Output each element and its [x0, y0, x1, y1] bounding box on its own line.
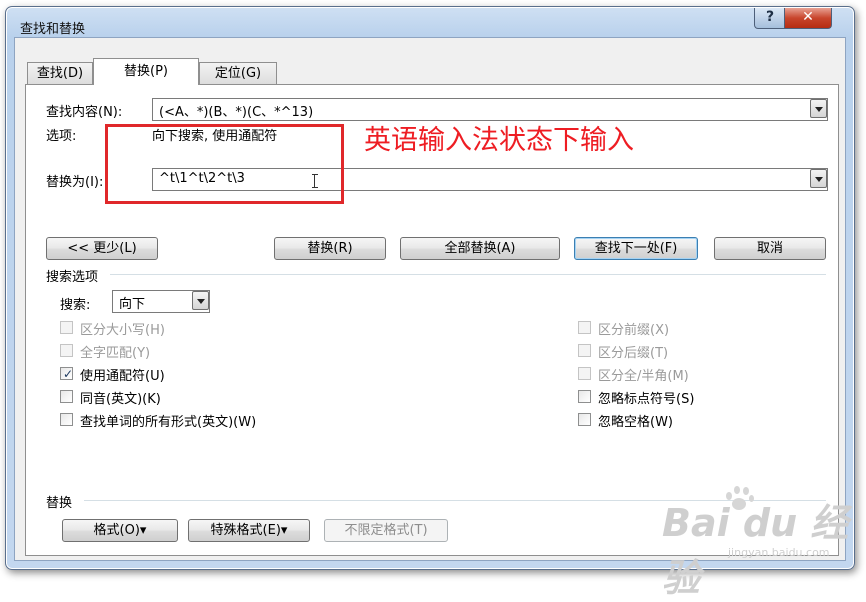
replace-button[interactable]: 替换(R): [274, 237, 386, 260]
use-wildcards-label: 使用通配符(U): [80, 369, 165, 384]
less-button[interactable]: << 更少(L): [46, 237, 158, 260]
options-label: 选项:: [46, 129, 77, 144]
help-button[interactable]: ?: [754, 8, 786, 29]
sounds-like-label: 同音(英文)(K): [80, 392, 161, 407]
search-direction-label: 搜索:: [60, 298, 91, 313]
replace-with-label: 替换为(I):: [46, 175, 104, 190]
watermark-url: jingyan.baidu.com: [728, 546, 830, 559]
checkbox-box[interactable]: [60, 390, 73, 403]
checkbox-box[interactable]: [60, 413, 73, 426]
match-prefix-label: 区分前缀(X): [598, 323, 670, 338]
tab-goto[interactable]: 定位(G): [199, 62, 277, 85]
watermark: Bai du 经验 jingyan.baidu.com: [662, 478, 852, 600]
search-direction-select[interactable]: 向下: [112, 290, 210, 313]
direction-dropdown-arrow-icon[interactable]: [192, 291, 209, 310]
search-options-heading: 搜索选项: [46, 270, 99, 285]
tab-replace[interactable]: 替换(P): [93, 58, 199, 85]
whole-word-label: 全字匹配(Y): [80, 346, 151, 361]
replace-all-button[interactable]: 全部替换(A): [400, 237, 560, 260]
no-formatting-button: 不限定格式(T): [324, 519, 448, 542]
match-case-label: 区分大小写(H): [80, 323, 165, 338]
ignore-space-label: 忽略空格(W): [598, 415, 673, 430]
ignore-punctuation-label: 忽略标点符号(S): [598, 392, 695, 407]
cancel-button[interactable]: 取消: [714, 237, 826, 260]
checkbox-box[interactable]: [578, 367, 591, 380]
checkbox-box[interactable]: [578, 321, 591, 334]
checkbox-box[interactable]: [578, 413, 591, 426]
find-dropdown-arrow-icon[interactable]: [810, 99, 827, 118]
title-bar: 查找和替换 ? ✕: [6, 7, 854, 37]
match-width-label: 区分全/半角(M): [598, 369, 689, 384]
checkbox-box[interactable]: [578, 344, 591, 357]
annotation-text: 英语输入法状态下输入: [364, 125, 634, 156]
window-title: 查找和替换: [20, 22, 86, 37]
search-direction-value: 向下: [119, 297, 146, 312]
find-what-value: (<A、*)(B、*)(C、*^13): [159, 105, 314, 120]
match-suffix-label: 区分后缀(T): [598, 346, 669, 361]
find-next-button[interactable]: 查找下一处(F): [574, 237, 698, 260]
checkbox-box[interactable]: ✓: [60, 367, 74, 381]
checkbox-box[interactable]: [60, 344, 73, 357]
replace-section-heading: 替换: [46, 496, 73, 511]
replace-dropdown-arrow-icon[interactable]: [810, 169, 827, 188]
search-options-divider: [110, 274, 826, 275]
find-what-label: 查找内容(N):: [46, 105, 123, 120]
tab-find[interactable]: 查找(D): [27, 62, 93, 85]
checkbox-box[interactable]: [578, 390, 591, 403]
all-word-forms-label: 查找单词的所有形式(英文)(W): [80, 415, 257, 430]
format-button[interactable]: 格式(O)▾: [62, 519, 178, 542]
close-button[interactable]: ✕: [784, 8, 832, 29]
checkbox-box[interactable]: [60, 321, 73, 334]
checkmark-icon: ✓: [63, 367, 74, 381]
annotation-highlight-box: [105, 124, 344, 204]
special-button[interactable]: 特殊格式(E)▾: [188, 519, 310, 542]
